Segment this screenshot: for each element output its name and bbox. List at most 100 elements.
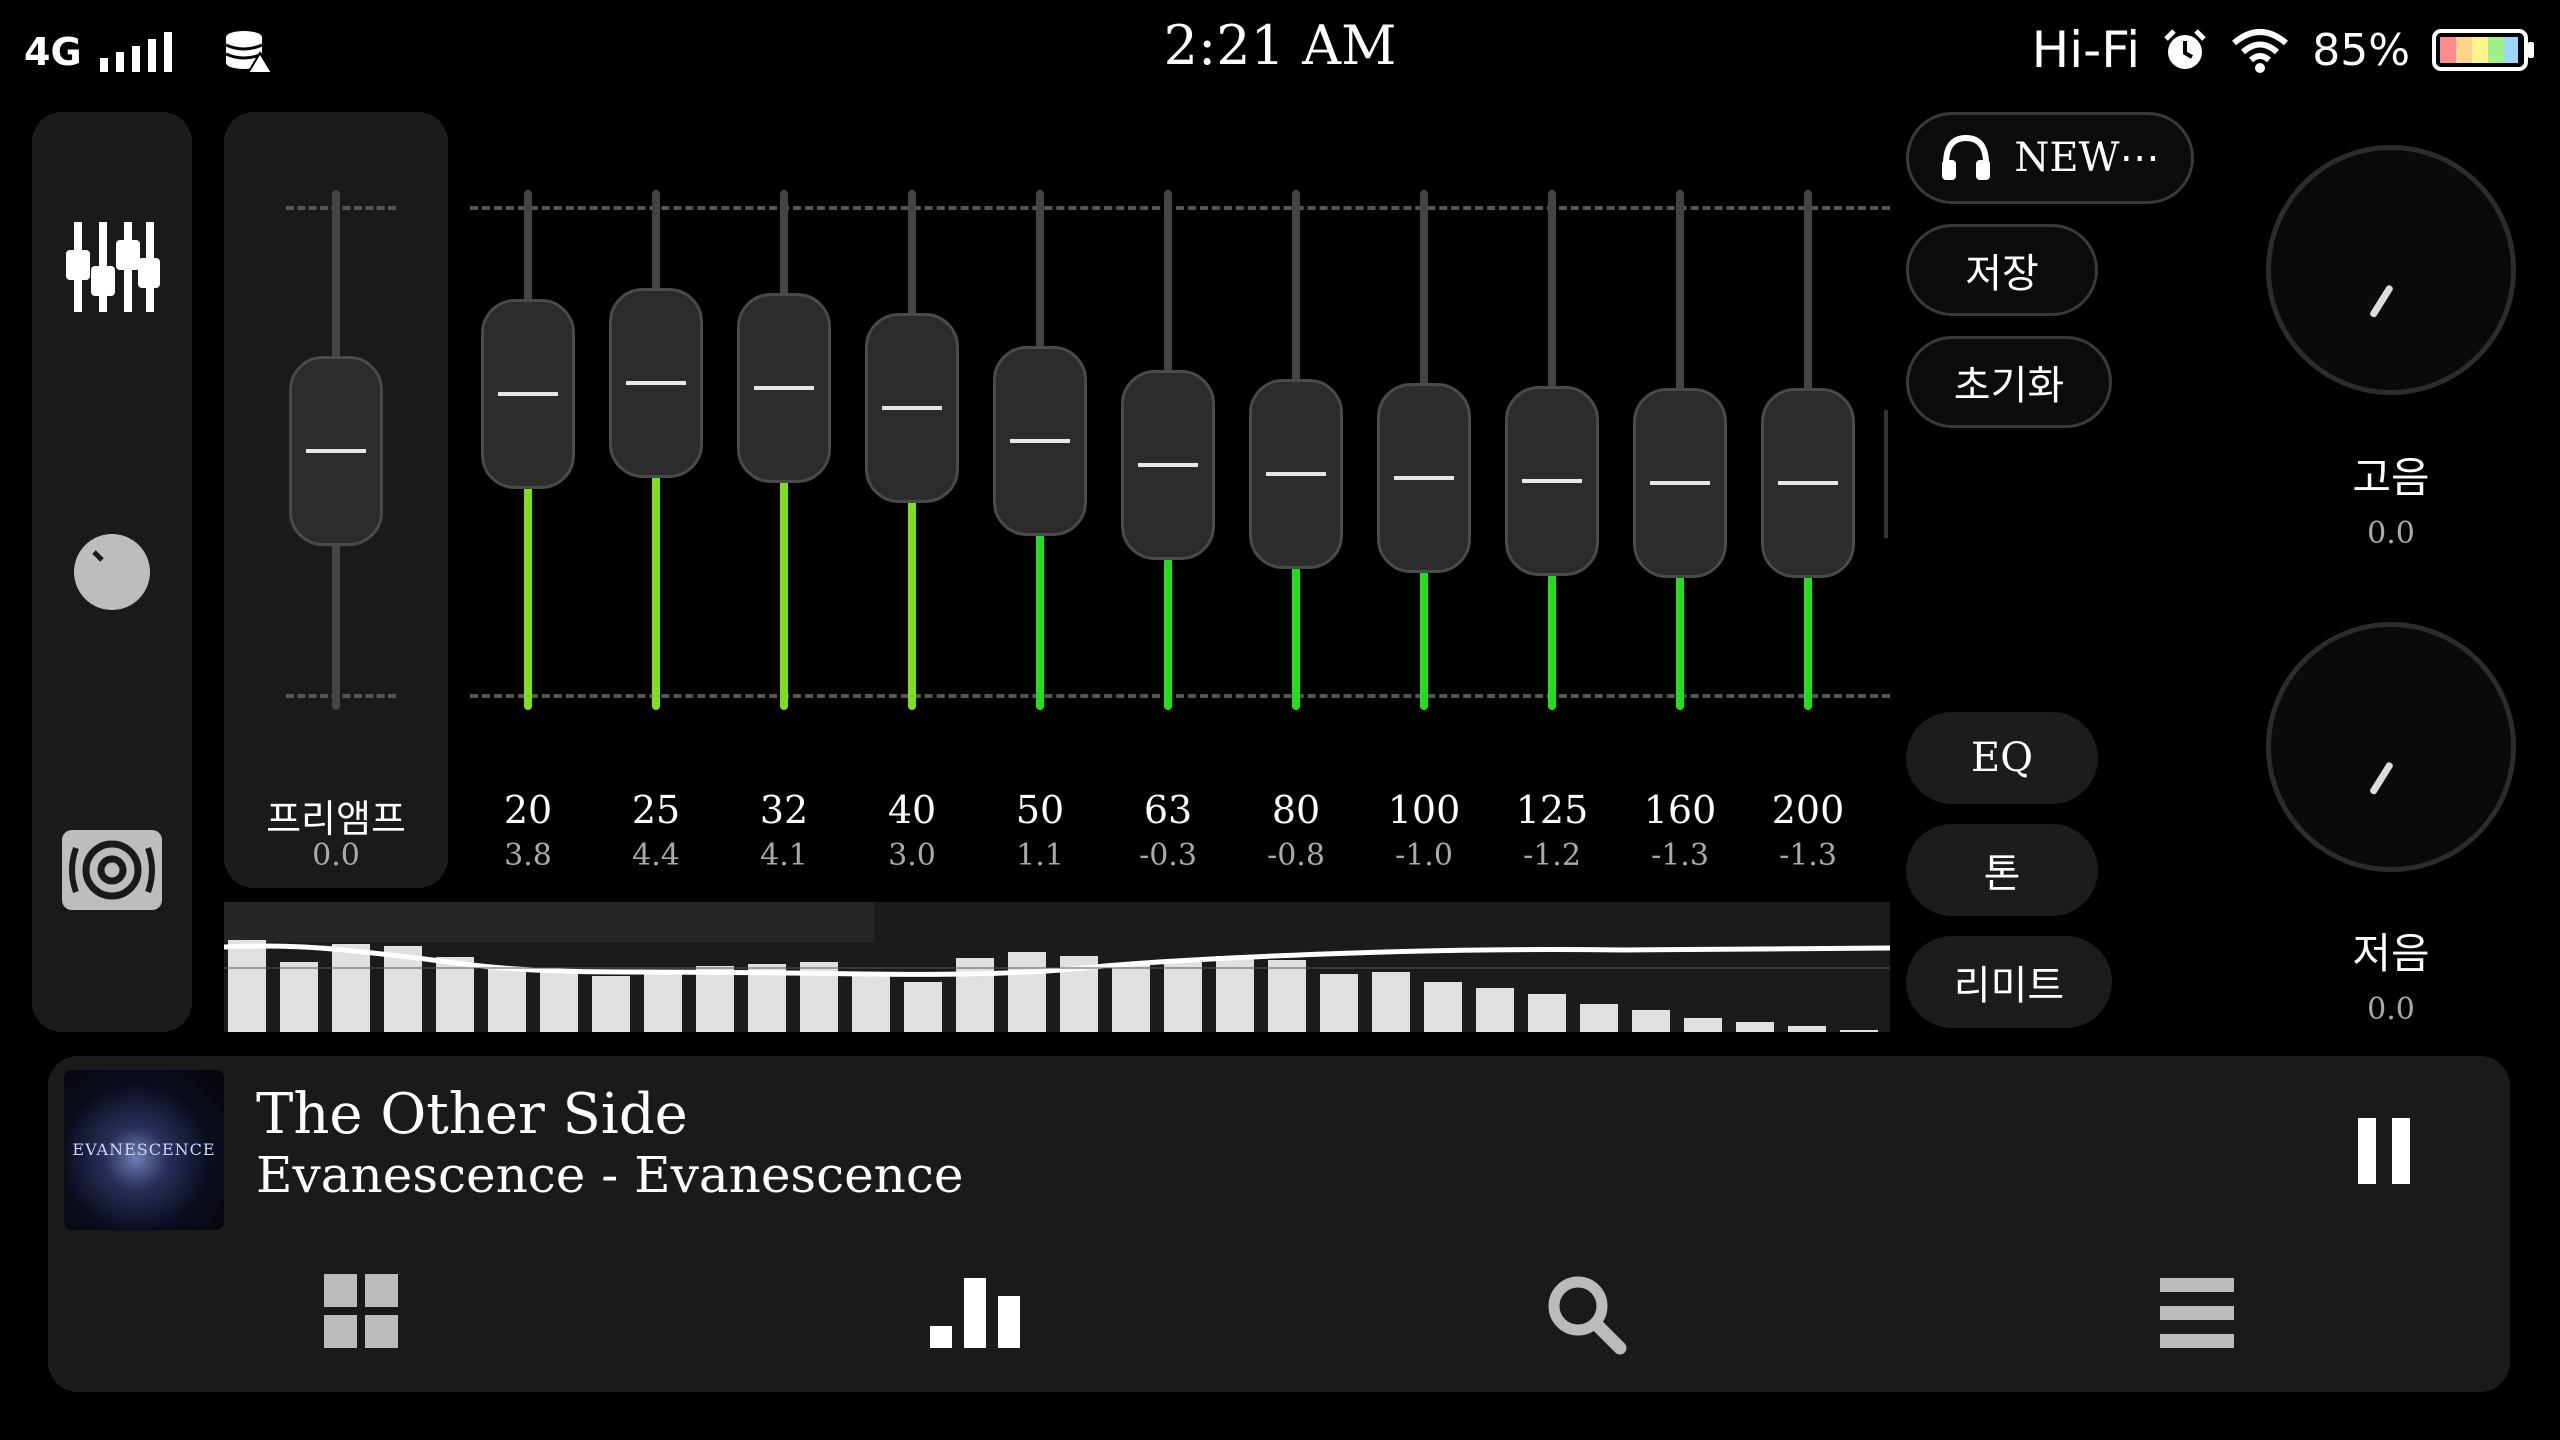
eq-band-160[interactable]: 160 -1.3 <box>1630 190 1730 890</box>
eq-band-50[interactable]: 50 1.1 <box>990 190 1090 890</box>
eq-band-20[interactable]: 20 3.8 <box>478 190 578 890</box>
eq-band-gain: -0.8 <box>1267 838 1325 873</box>
bass-value: 0.0 <box>2367 992 2415 1027</box>
knob-icon <box>74 534 150 610</box>
tone-knob-tab[interactable] <box>72 532 152 612</box>
eq-band-200[interactable]: 200 -1.3 <box>1758 190 1858 890</box>
eq-band-gain: 3.8 <box>504 838 552 873</box>
eq-band-frequency: 80 <box>1271 788 1321 832</box>
equalizer-sliders-icon <box>66 222 160 312</box>
eq-scroll-edge <box>1884 410 1888 538</box>
mode-rail <box>32 112 192 1032</box>
bar-chart-icon <box>930 1278 1020 1348</box>
eq-band-63[interactable]: 63 -0.3 <box>1118 190 1218 890</box>
preset-label: NEW⋯ <box>2014 135 2160 181</box>
bass-label: 저음 <box>2352 929 2430 978</box>
treble-dial[interactable] <box>2266 145 2516 395</box>
spectrum-bar <box>1684 1018 1722 1032</box>
eq-band-40[interactable]: 40 3.0 <box>862 190 962 890</box>
treble-label: 고음 <box>2352 453 2430 502</box>
eq-band-frequency: 40 <box>887 788 937 832</box>
spectrum-bar <box>1216 956 1254 1032</box>
eq-band-gain: -1.0 <box>1395 838 1453 873</box>
spectrum-bar <box>228 940 266 1032</box>
eq-band-frequency: 63 <box>1143 788 1193 832</box>
pause-icon <box>2358 1118 2376 1184</box>
eq-band-thumb[interactable] <box>609 288 703 478</box>
spectrum-bar <box>540 972 578 1032</box>
reset-label: 초기화 <box>1953 363 2065 409</box>
pause-button[interactable] <box>2358 1118 2410 1184</box>
tone-label: 톤 <box>1983 851 2021 897</box>
eq-band-frequency: 100 <box>1387 788 1461 832</box>
spectrum-bar <box>1788 1026 1826 1032</box>
spectrum-bar <box>1268 960 1306 1032</box>
search-icon <box>1548 1276 1627 1355</box>
eq-band-thumb[interactable] <box>1249 379 1343 569</box>
eq-band-gain: -0.3 <box>1139 838 1197 873</box>
eq-toggle-button[interactable]: EQ <box>1906 712 2098 804</box>
spectrum-bar <box>1476 988 1514 1032</box>
spectrum-bar <box>1736 1022 1774 1032</box>
alarm-icon <box>2164 29 2206 69</box>
eq-band-thumb[interactable] <box>1761 387 1855 578</box>
album-art[interactable]: EVANESCENCE <box>64 1070 224 1230</box>
track-artist: Evanescence - Evanescence <box>256 1146 964 1204</box>
spectrum-bar <box>1320 974 1358 1032</box>
equalizer-nav-tab[interactable] <box>930 1272 1020 1352</box>
spectrum-bar <box>904 982 942 1032</box>
eq-band-80[interactable]: 80 -0.8 <box>1246 190 1346 890</box>
preamp-label: 프리앰프 <box>266 797 406 841</box>
eq-band-32[interactable]: 32 4.1 <box>734 190 834 890</box>
status-bar: 4G 2:21 AM Hi-Fi 85% <box>0 0 2560 100</box>
menu-icon <box>2160 1278 2234 1348</box>
search-tab[interactable] <box>1544 1272 1627 1355</box>
tone-toggle-button[interactable]: 톤 <box>1906 824 2098 916</box>
spectrum-bar <box>1164 960 1202 1032</box>
menu-tab[interactable] <box>2158 1272 2238 1352</box>
speaker-tab[interactable] <box>62 830 162 910</box>
eq-band-frequency: 125 <box>1515 788 1589 832</box>
limit-toggle-button[interactable]: 리미트 <box>1906 936 2112 1028</box>
spectrum-bar <box>852 974 890 1032</box>
bass-dial[interactable] <box>2266 622 2516 872</box>
speaker-icon <box>62 830 162 910</box>
eq-band-thumb[interactable] <box>1633 387 1727 578</box>
eq-band-25[interactable]: 25 4.4 <box>606 190 706 890</box>
eq-band-gain: 3.0 <box>888 838 936 873</box>
eq-band-100[interactable]: 100 -1.0 <box>1374 190 1474 890</box>
library-tab[interactable] <box>322 1272 402 1352</box>
eq-band-frequency: 200 <box>1771 788 1845 832</box>
equalizer-tab[interactable] <box>62 212 162 322</box>
spectrum-bar <box>696 966 734 1032</box>
headphones-icon <box>1942 134 1991 180</box>
preamp-thumb[interactable] <box>289 356 383 546</box>
spectrum-bar <box>280 962 318 1032</box>
eq-band-125[interactable]: 125 -1.2 <box>1502 190 1602 890</box>
status-right: Hi-Fi 85% <box>2032 20 2536 80</box>
spectrum-bar <box>644 970 682 1032</box>
save-button[interactable]: 저장 <box>1906 224 2098 316</box>
bass-indicator <box>2368 761 2394 796</box>
preamp-slider[interactable]: 프리앰프 0.0 <box>266 190 406 890</box>
spectrum-bar <box>1424 982 1462 1032</box>
eq-band-thumb[interactable] <box>865 312 959 503</box>
spectrum-bar <box>1840 1030 1878 1032</box>
eq-band-gain: -1.3 <box>1779 838 1837 873</box>
reset-button[interactable]: 초기화 <box>1906 336 2112 428</box>
album-art-text: EVANESCENCE <box>72 1140 216 1159</box>
hifi-label: Hi-Fi <box>2031 21 2141 79</box>
grid-icon <box>324 1274 398 1348</box>
preset-button[interactable]: NEW⋯ <box>1906 112 2194 204</box>
eq-band-thumb[interactable] <box>993 345 1087 536</box>
spectrum-bar <box>1112 964 1150 1032</box>
eq-band-thumb[interactable] <box>481 298 575 489</box>
spectrum-bar <box>1008 952 1046 1032</box>
eq-band-thumb[interactable] <box>1505 386 1599 576</box>
eq-band-thumb[interactable] <box>1377 382 1471 573</box>
eq-band-thumb[interactable] <box>1121 370 1215 561</box>
spectrum-bar <box>332 944 370 1032</box>
treble-indicator <box>2368 284 2394 319</box>
battery-icon <box>2432 29 2534 71</box>
eq-band-thumb[interactable] <box>737 293 831 484</box>
